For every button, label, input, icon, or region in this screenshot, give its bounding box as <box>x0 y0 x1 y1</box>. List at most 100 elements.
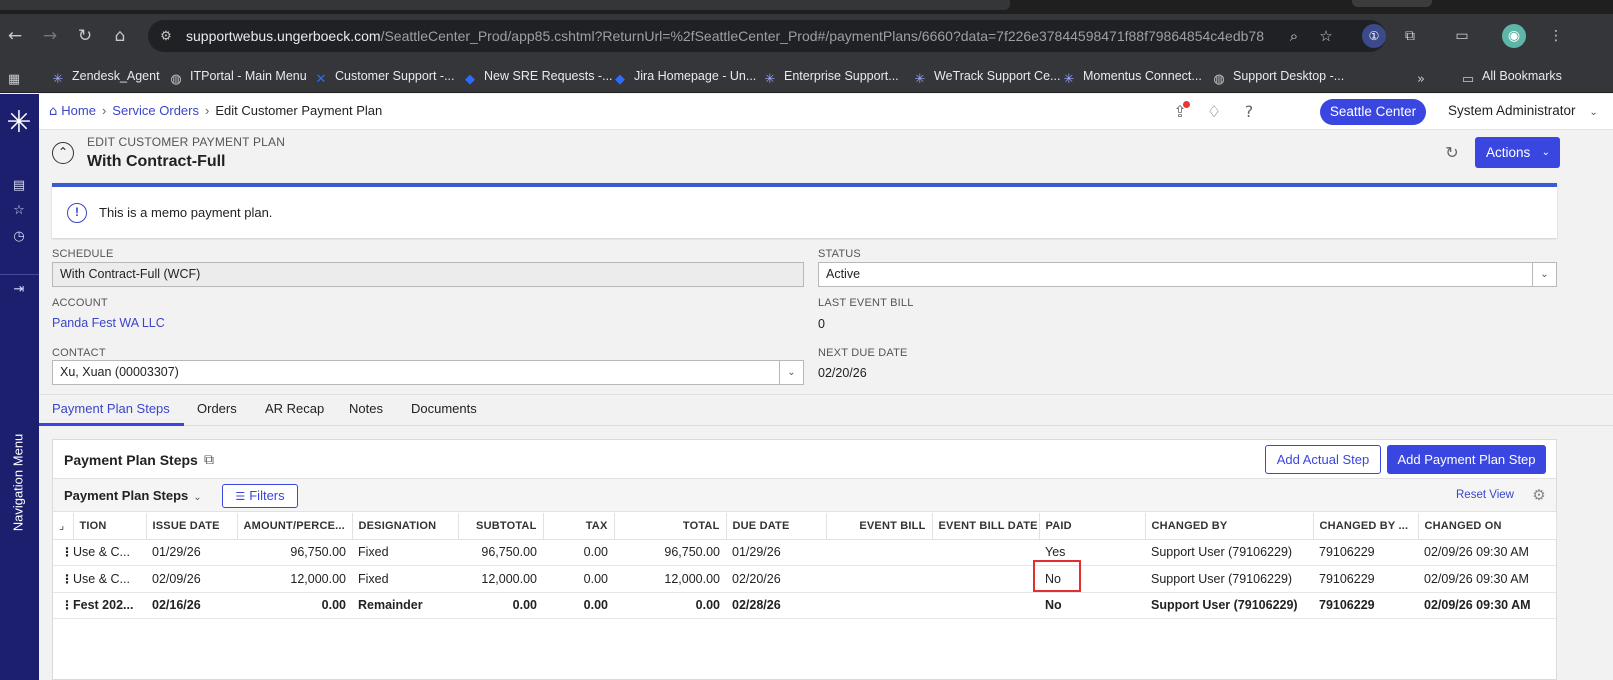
calendar-icon[interactable]: ▤ <box>9 176 29 196</box>
password-manager-icon[interactable]: ① <box>1362 24 1386 48</box>
contact-label: CONTACT <box>52 347 106 359</box>
recent-clock-icon[interactable]: ◷ <box>9 227 29 247</box>
add-actual-step-button[interactable]: Add Actual Step <box>1265 445 1381 474</box>
refresh-icon[interactable]: ↻ <box>1442 143 1462 163</box>
browser-profile-pill[interactable] <box>1352 0 1432 7</box>
filters-button[interactable]: ☰ Filters <box>222 484 298 508</box>
column-header-changed-by[interactable]: CHANGED BY <box>1145 513 1314 540</box>
breadcrumb-service-orders[interactable]: Service Orders <box>112 103 199 118</box>
upload-notification-icon[interactable]: ⇪ <box>1169 101 1191 123</box>
breadcrumb-separator: › <box>101 103 107 118</box>
url-text[interactable]: supportwebus.ungerboeck.com/SeattleCente… <box>186 28 1264 44</box>
cell-changed-by-id: 79106229 <box>1313 539 1418 566</box>
cell-tax: 0.00 <box>543 539 614 566</box>
favorites-star-icon[interactable]: ☆ <box>9 201 29 221</box>
navigation-menu-toggle[interactable]: Navigation Menu <box>8 429 28 539</box>
all-bookmarks-folder[interactable]: ▭ All Bookmarks <box>1460 66 1562 87</box>
next-due-date-label: NEXT DUE DATE <box>818 347 908 359</box>
view-selector[interactable]: Payment Plan Steps ⌄ <box>64 488 202 503</box>
extensions-icon[interactable]: ⧉ <box>1398 24 1422 48</box>
tab-orders[interactable]: Orders <box>197 401 237 416</box>
bookmark-item[interactable]: ◆ New SRE Requests -... <box>462 66 613 87</box>
grid-toolbar: Payment Plan Steps ⌄ ☰ Filters Reset View … <box>53 478 1556 512</box>
column-header-total[interactable]: TOTAL <box>614 513 727 540</box>
bell-icon[interactable]: ♢ <box>1203 101 1225 123</box>
bookmark-item[interactable]: ✳ Enterprise Support... <box>762 66 899 87</box>
column-header-description[interactable]: TION <box>73 513 147 540</box>
column-header-due-date[interactable]: DUE DATE <box>726 513 827 540</box>
browser-tab-strip <box>0 0 1613 14</box>
expand-nav-icon[interactable]: ⇥ <box>9 280 29 300</box>
actions-button[interactable]: Actions ⌄ <box>1475 137 1560 168</box>
bookmark-star-icon[interactable]: ☆ <box>1316 26 1336 46</box>
browser-active-tab[interactable] <box>0 0 1010 10</box>
bookmarks-overflow-icon[interactable]: » <box>1413 66 1435 87</box>
reload-icon[interactable]: ↻ <box>75 26 95 46</box>
globe-icon: ◍ <box>170 72 182 87</box>
row-menu-icon[interactable]: ⋮ <box>53 565 73 593</box>
bookmark-item[interactable]: ◍ ITPortal - Main Menu <box>168 66 306 87</box>
column-header-changed-on[interactable]: CHANGED ON <box>1418 513 1557 540</box>
address-bar[interactable]: ⚙ supportwebus.ungerboeck.com/SeattleCen… <box>148 20 1386 52</box>
column-header-paid[interactable]: PAID <box>1039 513 1146 540</box>
gear-icon[interactable]: ⚙ <box>1530 486 1548 504</box>
cell-due-date: 01/29/26 <box>726 539 826 566</box>
table-row[interactable]: ⋮ Use & C... 01/29/26 96,750.00 Fixed 96,750.… <box>53 539 1556 566</box>
column-header-tax[interactable]: TAX <box>543 513 615 540</box>
momentus-logo-icon[interactable]: ✳ <box>4 108 34 138</box>
bookmark-item[interactable]: ✳ Momentus Connect... <box>1061 66 1202 87</box>
row-menu-icon[interactable]: ⋮ <box>53 592 73 619</box>
column-header-issue-date[interactable]: ISSUE DATE <box>146 513 238 540</box>
chevron-down-icon[interactable]: ⌄ <box>1532 263 1556 286</box>
site-info-icon[interactable]: ⚙ <box>158 28 174 44</box>
column-header-event-bill-date[interactable]: EVENT BILL DATE <box>932 513 1040 540</box>
cell-issue-date: 02/16/26 <box>146 592 237 619</box>
column-header-subtotal[interactable]: SUBTOTAL <box>458 513 544 540</box>
back-icon[interactable]: ← <box>5 26 25 46</box>
column-header-designation[interactable]: DESIGNATION <box>352 513 459 540</box>
breadcrumb-home[interactable]: Home <box>61 103 96 118</box>
page-eyebrow: EDIT CUSTOMER PAYMENT PLAN <box>87 135 286 149</box>
home-icon[interactable]: ⌂ <box>110 26 130 46</box>
bookmarks-bar: ▦ ✳ Zendesk_Agent ◍ ITPortal - Main Menu ✕ Cu… <box>0 58 1613 93</box>
forward-icon[interactable]: → <box>40 26 60 46</box>
cell-changed-by-id: 79106229 <box>1313 592 1418 619</box>
column-header-event-bill[interactable]: EVENT BILL <box>826 513 933 540</box>
bookmark-item[interactable]: ◍ Support Desktop -... <box>1211 66 1344 87</box>
tab-payment-plan-steps[interactable]: Payment Plan Steps <box>52 401 170 416</box>
account-link[interactable]: Panda Fest WA LLC <box>52 316 165 330</box>
browser-menu-icon[interactable]: ⋮ <box>1544 24 1568 48</box>
bookmark-item[interactable]: ✳ WeTrack Support Ce... <box>912 66 1061 87</box>
open-external-icon[interactable]: ⧉ <box>200 451 218 469</box>
help-icon[interactable]: ? <box>1238 101 1260 123</box>
bookmark-item[interactable]: ✕ Customer Support -... <box>313 66 455 87</box>
bookmark-item[interactable]: ◆ Jira Homepage - Un... <box>612 66 756 87</box>
status-select[interactable]: Active ⌄ <box>818 262 1557 287</box>
venue-badge[interactable]: Seattle Center <box>1320 99 1426 125</box>
cell-changed-by-id: 79106229 <box>1313 565 1418 593</box>
contact-select[interactable]: Xu, Xuan (00003307) ⌄ <box>52 360 804 385</box>
last-event-bill-value: 0 <box>818 317 825 331</box>
bookmark-item[interactable]: ✳ Zendesk_Agent <box>50 66 160 87</box>
asterisk-icon: ✳ <box>914 72 926 87</box>
home-icon[interactable]: ⌂ <box>49 104 57 119</box>
user-menu[interactable]: System Administrator ⌄ <box>1448 103 1598 118</box>
zoom-search-icon[interactable]: ⌕ <box>1284 26 1304 46</box>
cell-event-bill-date <box>932 565 1039 593</box>
table-row[interactable]: ⋮ Use & C... 02/09/26 12,000.00 Fixed 12,000.… <box>53 565 1556 593</box>
cast-media-icon[interactable]: ▭ <box>1450 24 1474 48</box>
profile-avatar[interactable]: ◉ <box>1502 24 1526 48</box>
row-menu-icon[interactable]: ⋮ <box>53 539 73 566</box>
column-header-amount[interactable]: AMOUNT/PERCE... <box>237 513 353 540</box>
tab-documents[interactable]: Documents <box>411 401 477 416</box>
apps-grid-icon[interactable]: ▦ <box>6 66 28 87</box>
collapse-header-icon[interactable]: ⌃ <box>52 142 74 164</box>
add-payment-plan-step-button[interactable]: Add Payment Plan Step <box>1387 445 1546 474</box>
table-row[interactable]: ⋮ Fest 202... 02/16/26 0.00 Remainder 0.00 0.0… <box>53 592 1556 619</box>
tab-ar-recap[interactable]: AR Recap <box>265 401 324 416</box>
column-header-changed-by-id[interactable]: CHANGED BY ... <box>1313 513 1419 540</box>
chevron-down-icon[interactable]: ⌄ <box>779 361 803 384</box>
tab-notes[interactable]: Notes <box>349 401 383 416</box>
next-due-date-value: 02/20/26 <box>818 366 867 380</box>
reset-view-link[interactable]: Reset View <box>1456 489 1514 501</box>
